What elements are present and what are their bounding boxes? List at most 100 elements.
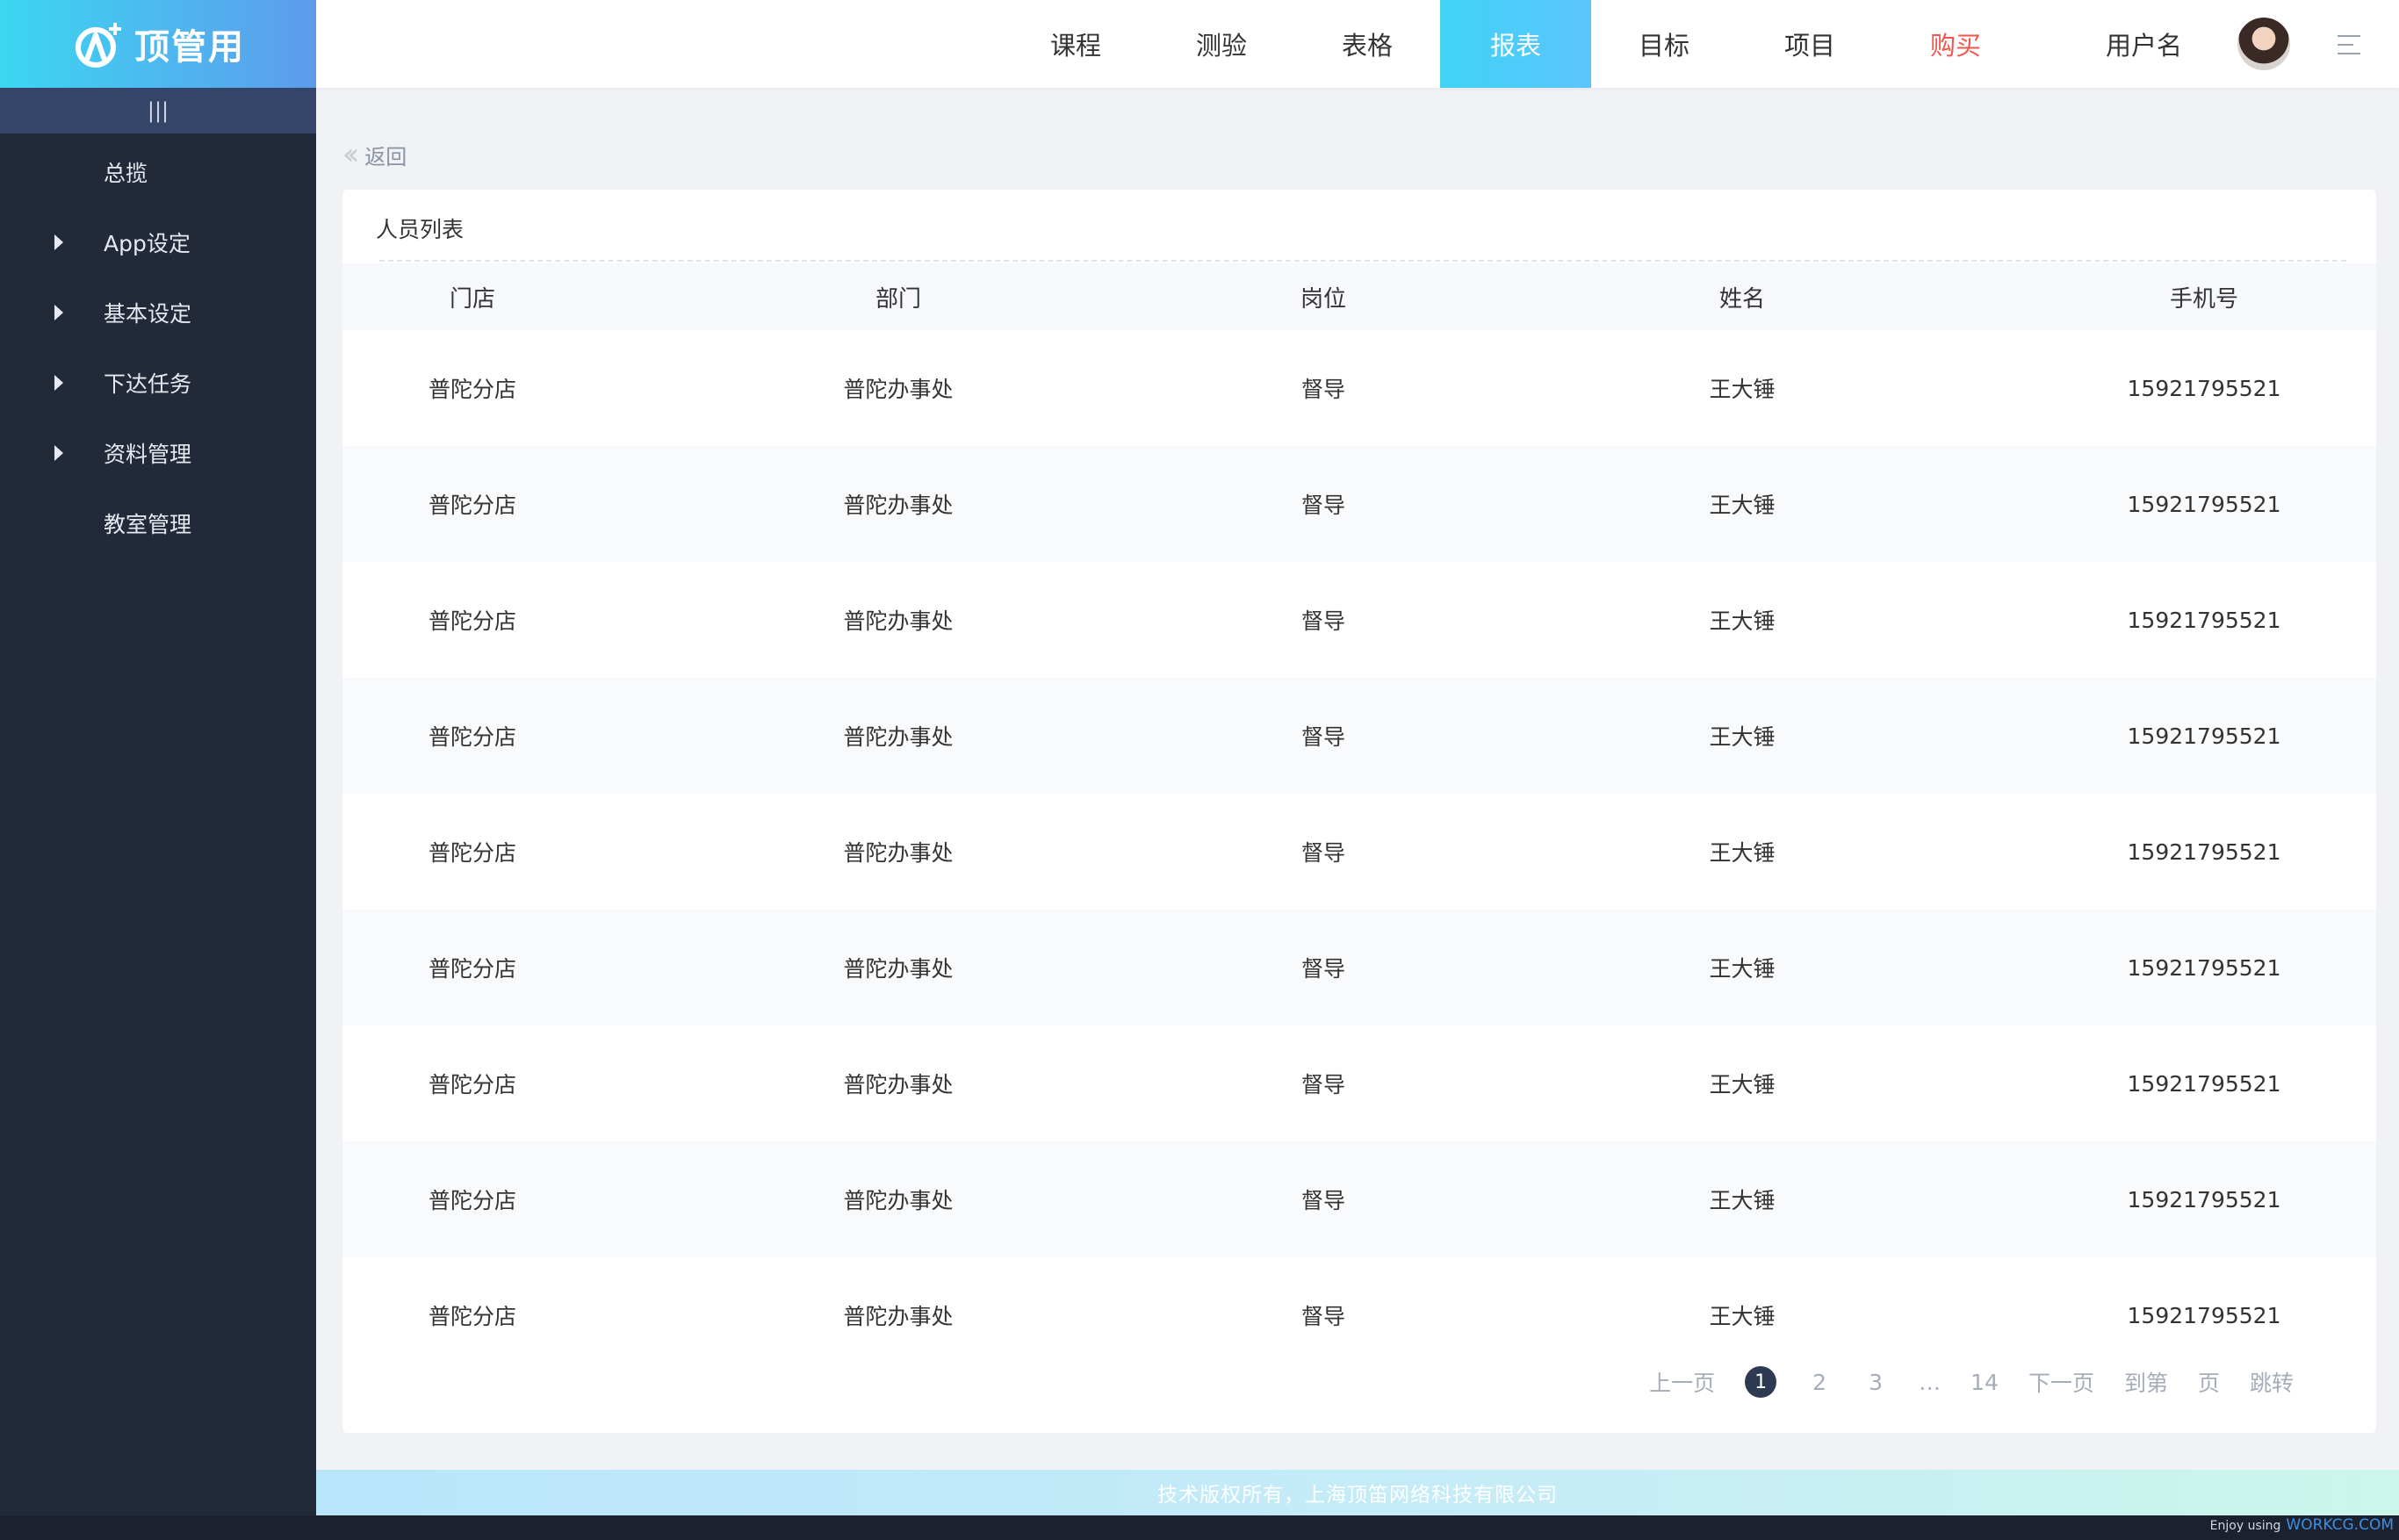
cell-phone: 15921795521: [2127, 375, 2281, 401]
prev-page-button[interactable]: 上一页: [1649, 1366, 1715, 1398]
column-header-name: 姓名: [1718, 285, 1765, 313]
logo-icon: [76, 23, 121, 68]
cell-name: 王大锤: [1709, 1072, 1776, 1097]
sidebar-item-label: 资料管理: [104, 442, 192, 467]
sidebar-item-label: App设定: [104, 231, 191, 256]
cell-position: 督导: [1300, 377, 1345, 402]
goto-page-suffix: 页: [2197, 1371, 2220, 1396]
avatar[interactable]: [2237, 18, 2290, 70]
table-row[interactable]: 普陀分店 普陀办事处 督导 王大锤 15921795521: [342, 562, 2376, 678]
cell-name: 王大锤: [1709, 840, 1776, 866]
nav-projects[interactable]: 项目: [1737, 0, 1883, 88]
cell-phone: 15921795521: [2127, 1186, 2281, 1213]
cell-store: 普陀分店: [428, 956, 516, 982]
staff-list-card: 人员列表 门店 部门 岗位 姓名 手机号 普陀分店 普陀办事处 督导 王大锤 1…: [342, 190, 2376, 1433]
cell-store: 普陀分店: [428, 1072, 516, 1097]
table-row[interactable]: 普陀分店 普陀办事处 督导 王大锤 15921795521: [342, 1141, 2376, 1257]
footer: 技术版权所有，上海顶笛网络科技有限公司: [316, 1470, 2399, 1515]
pagination: 上一页 1 2 3 … 14 下一页 到第 页 跳转: [1619, 1366, 2294, 1398]
cell-department: 普陀办事处: [843, 1188, 954, 1213]
caret-right-icon: [54, 305, 63, 320]
jump-button[interactable]: 跳转: [2250, 1366, 2294, 1398]
nav-goals[interactable]: 目标: [1591, 0, 1737, 88]
page-2-button[interactable]: 2: [1806, 1370, 1833, 1395]
cell-phone: 15921795521: [2127, 1302, 2281, 1328]
sidebar-item-materials[interactable]: 资料管理: [0, 418, 316, 488]
logo[interactable]: 顶管用: [0, 0, 316, 88]
cell-name: 王大锤: [1709, 1304, 1776, 1329]
menu-icon-line: [2338, 44, 2353, 46]
cell-store: 普陀分店: [428, 493, 516, 518]
credit-site-link[interactable]: WORKCG.COM: [2286, 1516, 2394, 1534]
staff-table: 门店 部门 岗位 姓名 手机号 普陀分店 普陀办事处 督导 王大锤 159217…: [342, 263, 2376, 1373]
nav-courses[interactable]: 课程: [1003, 0, 1149, 88]
card-title: 人员列表: [376, 217, 465, 242]
page-last-button[interactable]: 14: [1970, 1370, 1999, 1395]
cell-name: 王大锤: [1709, 377, 1776, 402]
table-row[interactable]: 普陀分店 普陀办事处 督导 王大锤 15921795521: [342, 678, 2376, 794]
next-page-button[interactable]: 下一页: [2028, 1366, 2094, 1398]
table-row[interactable]: 普陀分店 普陀办事处 督导 王大锤 15921795521: [342, 1025, 2376, 1141]
cell-department: 普陀办事处: [843, 1304, 954, 1329]
column-header-position: 岗位: [1300, 285, 1346, 313]
sidebar-item-overview[interactable]: 总揽: [0, 137, 316, 207]
top-bar: 课程 测验 表格 报表 目标 项目 购买 用户名: [316, 0, 2399, 88]
top-nav: 课程 测验 表格 报表 目标 项目 购买: [1003, 0, 2028, 88]
sidebar-collapse-button[interactable]: |||: [0, 88, 316, 133]
table-row[interactable]: 普陀分店 普陀办事处 督导 王大锤 15921795521: [342, 1257, 2376, 1373]
cell-name: 王大锤: [1709, 1188, 1776, 1213]
cell-department: 普陀办事处: [843, 840, 954, 866]
cell-department: 普陀办事处: [843, 608, 954, 634]
cell-department: 普陀办事处: [843, 493, 954, 518]
cell-store: 普陀分店: [428, 1188, 516, 1213]
cell-name: 王大锤: [1709, 724, 1776, 750]
cell-phone: 15921795521: [2127, 1070, 2281, 1097]
column-header-phone: 手机号: [2169, 285, 2238, 313]
menu-icon[interactable]: [2338, 35, 2360, 56]
caret-right-icon: [54, 445, 63, 461]
pagination-ellipsis: …: [1919, 1369, 1942, 1395]
page-3-button[interactable]: 3: [1862, 1370, 1889, 1395]
cell-position: 督导: [1300, 840, 1345, 866]
nav-buy[interactable]: 购买: [1883, 0, 2028, 88]
cell-store: 普陀分店: [428, 1304, 516, 1329]
cell-position: 督导: [1300, 1188, 1345, 1213]
nav-reports[interactable]: 报表: [1440, 0, 1591, 88]
menu-icon-line: [2338, 53, 2360, 54]
nav-quizzes[interactable]: 测验: [1149, 0, 1294, 88]
table-header: 门店 部门 岗位 姓名 手机号: [342, 263, 2376, 330]
table-body: 普陀分店 普陀办事处 督导 王大锤 15921795521 普陀分店 普陀办事处…: [342, 330, 2376, 1373]
cell-name: 王大锤: [1709, 956, 1776, 982]
cell-store: 普陀分店: [428, 724, 516, 750]
table-row[interactable]: 普陀分店 普陀办事处 督导 王大锤 15921795521: [342, 910, 2376, 1025]
table-row[interactable]: 普陀分店 普陀办事处 督导 王大锤 15921795521: [342, 446, 2376, 562]
credit-prefix: Enjoy using: [2209, 1519, 2281, 1533]
cell-store: 普陀分店: [428, 608, 516, 634]
sidebar-menu: 总揽 App设定 基本设定 下达任务 资料管理 教室管理: [0, 133, 316, 558]
menu-icon-line: [2338, 35, 2360, 37]
sidebar-item-basic-settings[interactable]: 基本设定: [0, 277, 316, 348]
sidebar-item-app-settings[interactable]: App设定: [0, 207, 316, 277]
sidebar-item-assign-tasks[interactable]: 下达任务: [0, 348, 316, 418]
table-row[interactable]: 普陀分店 普陀办事处 督导 王大锤 15921795521: [342, 794, 2376, 910]
cell-phone: 15921795521: [2127, 838, 2281, 865]
logo-text: 顶管用: [134, 27, 245, 68]
bottom-strip: [0, 1515, 2399, 1540]
cell-phone: 15921795521: [2127, 723, 2281, 749]
username-link[interactable]: 用户名: [2106, 0, 2182, 88]
page-1-button[interactable]: 1: [1745, 1366, 1777, 1398]
sidebar: 顶管用 ||| 总揽 App设定 基本设定 下达任务 资料管理 教室管理: [0, 0, 316, 1515]
cell-department: 普陀办事处: [843, 377, 954, 402]
back-link[interactable]: ‹‹ 返回: [342, 137, 407, 172]
sidebar-item-label: 下达任务: [104, 371, 192, 397]
nav-forms[interactable]: 表格: [1294, 0, 1440, 88]
sidebar-item-label: 总揽: [104, 161, 148, 186]
cell-position: 督导: [1300, 956, 1345, 982]
table-row[interactable]: 普陀分店 普陀办事处 督导 王大锤 15921795521: [342, 330, 2376, 446]
caret-right-icon: [54, 375, 63, 391]
sidebar-item-classrooms[interactable]: 教室管理: [0, 488, 316, 558]
sidebar-item-label: 基本设定: [104, 301, 192, 327]
cell-department: 普陀办事处: [843, 1072, 954, 1097]
cell-name: 王大锤: [1709, 493, 1776, 518]
caret-right-icon: [54, 234, 63, 250]
